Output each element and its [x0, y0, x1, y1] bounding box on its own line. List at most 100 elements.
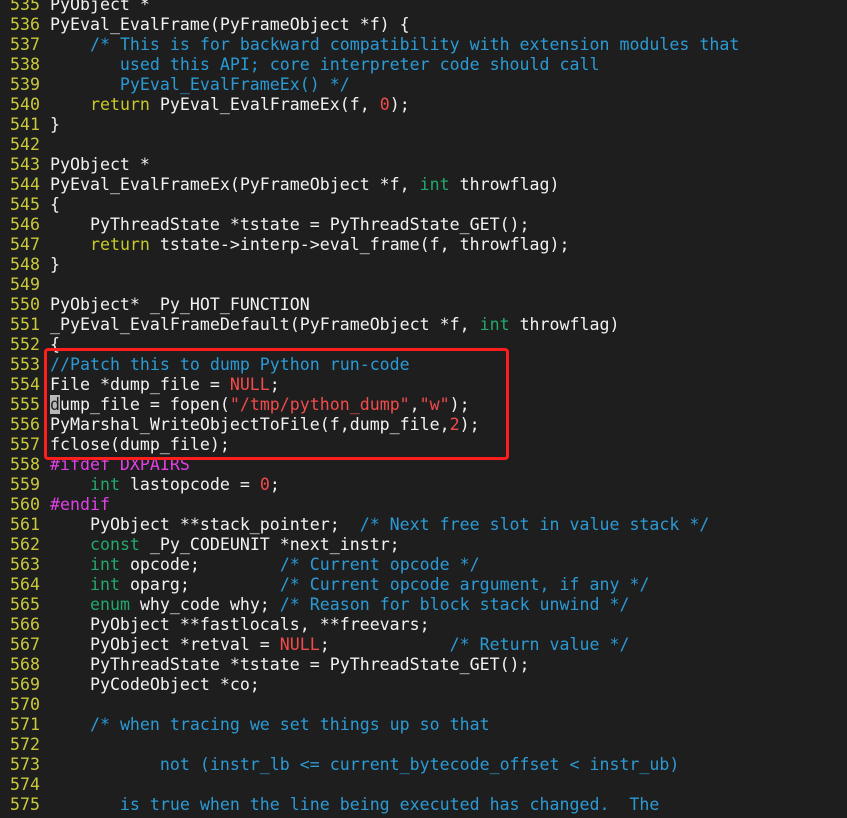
code-line[interactable]: 546 PyThreadState *tstate = PyThreadStat… [0, 215, 847, 235]
line-code: dump_file = fopen("/tmp/python_dump","w"… [50, 395, 470, 414]
code-token-text: PyObject * [50, 155, 150, 174]
code-line[interactable]: 554 File *dump_file = NULL; [0, 375, 847, 395]
line-number: 556 [10, 415, 40, 434]
line-code: #ifdef DXPAIRS [50, 455, 190, 474]
line-number: 535 [10, 0, 40, 14]
line-number: 550 [10, 295, 40, 314]
code-line[interactable]: 557 fclose(dump_file); [0, 435, 847, 455]
code-token-num: NULL [279, 635, 320, 654]
line-code: PyObject * [50, 155, 150, 174]
line-code: fclose(dump_file); [50, 435, 230, 454]
code-token-text: PyCodeObject *co; [50, 675, 260, 694]
code-line[interactable]: 569 PyCodeObject *co; [0, 675, 847, 695]
code-line[interactable]: 540 return PyEval_EvalFrameEx(f, 0); [0, 95, 847, 115]
code-token-pre: #endif [50, 495, 110, 514]
code-line[interactable]: 541} [0, 115, 847, 135]
code-line[interactable]: 572 [0, 735, 847, 755]
code-line[interactable]: 558 #ifdef DXPAIRS [0, 455, 847, 475]
code-line[interactable]: 553 //Patch this to dump Python run-code [0, 355, 847, 375]
code-line[interactable]: 549 [0, 275, 847, 295]
line-number: 572 [10, 735, 40, 754]
text-cursor: d [50, 395, 60, 414]
code-line[interactable]: 568 PyThreadState *tstate = PyThreadStat… [0, 655, 847, 675]
code-line[interactable]: 563 int opcode; /* Current opcode */ [0, 555, 847, 575]
line-number: 540 [10, 95, 40, 114]
code-line[interactable]: 570 [0, 695, 847, 715]
code-line[interactable]: 561 PyObject **stack_pointer; /* Next fr… [0, 515, 847, 535]
code-line[interactable]: 542 [0, 135, 847, 155]
code-line[interactable]: 564 int oparg; /* Current opcode argumen… [0, 575, 847, 595]
line-code: is true when the line being executed has… [50, 795, 660, 814]
line-number: 537 [10, 35, 40, 54]
line-number: 559 [10, 475, 40, 494]
code-editor[interactable]: 535 PyObject * 536 PyEval_EvalFrame(PyFrame… [0, 0, 847, 815]
code-line[interactable]: 552 { [0, 335, 847, 355]
code-token-text: PyObject* _Py_HOT_FUNCTION [50, 295, 310, 314]
code-line[interactable]: 545 { [0, 195, 847, 215]
line-number: 569 [10, 675, 40, 694]
code-token-comment: not (instr_lb <= current_bytecode_offset… [50, 755, 680, 774]
code-token-type: enum [89, 595, 130, 614]
code-line[interactable]: 537 /* This is for backward compatibilit… [0, 35, 847, 55]
line-number: 561 [10, 515, 40, 534]
code-line[interactable]: 562 const _Py_CODEUNIT *next_instr; [0, 535, 847, 555]
line-number: 536 [10, 15, 40, 34]
line-code: } [50, 255, 60, 274]
line-number: 565 [10, 595, 40, 614]
code-token-text: lastopcode = [119, 475, 260, 494]
line-code: { [50, 195, 60, 214]
code-line[interactable]: 571 /* when tracing we set things up so … [0, 715, 847, 735]
line-code: PyObject **fastlocals, **freevars; [50, 615, 430, 634]
code-token-text: PyObject *retval = [50, 635, 280, 654]
line-code: /* when tracing we set things up so that [50, 715, 490, 734]
code-token-text: PyMarshal_WriteObjectToFile(f,dump_file, [50, 415, 450, 434]
line-number: 558 [10, 455, 40, 474]
code-line[interactable]: 565 enum why_code why; /* Reason for blo… [0, 595, 847, 615]
code-token-string: "w" [419, 395, 450, 414]
code-line[interactable]: 567 PyObject *retval = NULL; /* Return v… [0, 635, 847, 655]
code-token-text: PyObject **stack_pointer; [50, 515, 360, 534]
line-number: 541 [10, 115, 40, 134]
code-token-string: "/tmp/python_dump" [229, 395, 410, 414]
line-number: 543 [10, 155, 40, 174]
code-line[interactable]: 536 PyEval_EvalFrame(PyFrameObject *f) { [0, 15, 847, 35]
line-code: PyObject *retval = NULL; /* Return value… [50, 635, 630, 654]
code-line[interactable]: 566 PyObject **fastlocals, **freevars; [0, 615, 847, 635]
line-number: 548 [10, 255, 40, 274]
code-line[interactable]: 538 used this API; core interpreter code… [0, 55, 847, 75]
code-token-text: opcode; [119, 555, 280, 574]
code-line[interactable]: 551 _PyEval_EvalFrameDefault(PyFrameObjec… [0, 315, 847, 335]
code-token-comment: /* Return value */ [449, 635, 630, 654]
code-line[interactable]: 543 PyObject * [0, 155, 847, 175]
code-line[interactable]: 550 PyObject* _Py_HOT_FUNCTION [0, 295, 847, 315]
code-line[interactable]: 559 int lastopcode = 0; [0, 475, 847, 495]
code-line[interactable]: 544 PyEval_EvalFrameEx(PyFrameObject *f, … [0, 175, 847, 195]
code-line[interactable]: 573 not (instr_lb <= current_bytecode_of… [0, 755, 847, 775]
code-token-text: _Py_CODEUNIT *next_instr; [139, 535, 400, 554]
code-line[interactable]: 555 dump_file = fopen("/tmp/python_dump",… [0, 395, 847, 415]
code-token-comment: /* Reason for block stack unwind */ [279, 595, 630, 614]
code-line[interactable]: 575 is true when the line being executed… [0, 795, 847, 815]
code-line[interactable]: 548} [0, 255, 847, 275]
line-number: 539 [10, 75, 40, 94]
code-token-text: ); [459, 415, 480, 434]
code-token-type: int [89, 475, 120, 494]
line-number: 551 [10, 315, 40, 334]
code-line[interactable]: 547 return tstate->interp->eval_frame(f,… [0, 235, 847, 255]
line-number: 562 [10, 535, 40, 554]
code-line[interactable]: 574 [0, 775, 847, 795]
line-code: used this API; core interpreter code sho… [50, 55, 600, 74]
code-line[interactable]: 556 PyMarshal_WriteObjectToFile(f,dump_fi… [0, 415, 847, 435]
line-code: const _Py_CODEUNIT *next_instr; [50, 535, 400, 554]
line-number: 575 [10, 795, 40, 814]
code-line[interactable]: 535 PyObject * [0, 0, 847, 15]
code-token-comment: used this API; core interpreter code sho… [50, 55, 600, 74]
code-token-keyword: return [89, 95, 150, 114]
line-code: PyEval_EvalFrameEx(PyFrameObject *f, int… [50, 175, 560, 194]
code-line[interactable]: 560 #endif [0, 495, 847, 515]
code-line[interactable]: 539 PyEval_EvalFrameEx() */ [0, 75, 847, 95]
